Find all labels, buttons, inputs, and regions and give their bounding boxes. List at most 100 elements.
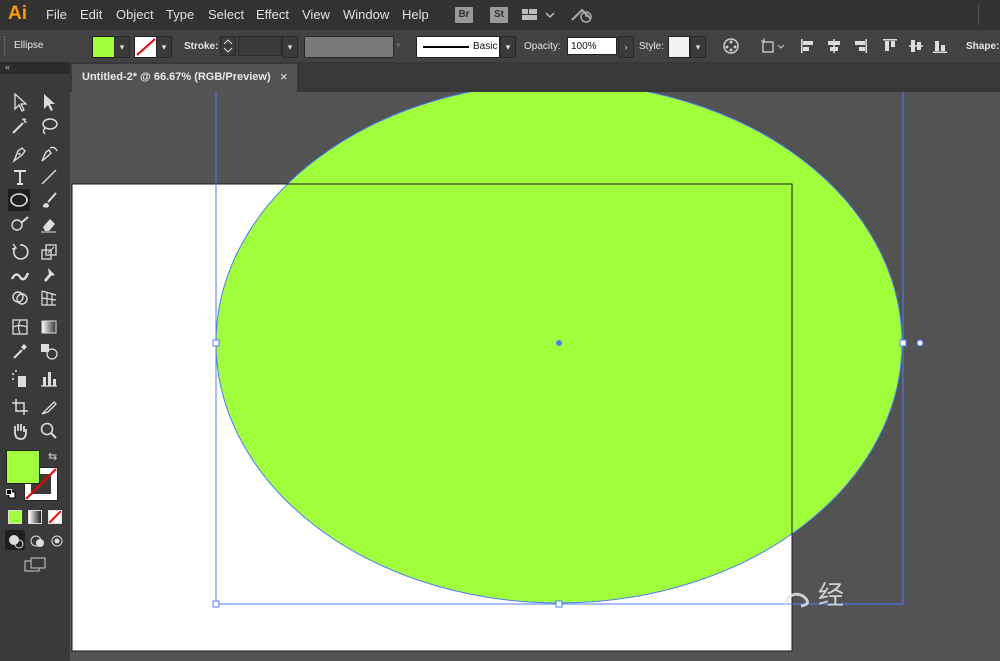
canvas[interactable]: 经 [70, 92, 1000, 661]
stroke-weight-dropdown[interactable]: ▾ [282, 36, 298, 58]
align-left-icon[interactable] [800, 38, 816, 54]
center-point [556, 340, 562, 346]
change-screen-mode-icon[interactable] [24, 557, 46, 576]
align-horizontal-center-icon[interactable] [826, 38, 842, 54]
handle-bottom-left[interactable] [212, 600, 220, 608]
width-tool-icon[interactable] [9, 264, 31, 286]
paintbrush-tool-icon[interactable] [38, 189, 60, 211]
menu-window[interactable]: Window [343, 7, 389, 22]
perspective-grid-tool-icon[interactable] [38, 287, 60, 309]
opacity-field[interactable]: 100% [567, 37, 617, 55]
lasso-tool-icon[interactable] [38, 115, 60, 137]
shaper-tool-icon[interactable] [9, 213, 31, 235]
symbol-sprayer-tool-icon[interactable] [9, 368, 31, 390]
brush-name: Basic [473, 41, 498, 52]
document-tab-title: Untitled-2* @ 66.67% (RGB/Preview) [82, 71, 271, 83]
menu-file[interactable]: File [46, 7, 67, 22]
fill-dropdown-arrow[interactable]: ▾ [114, 36, 130, 58]
eraser-tool-icon[interactable] [38, 213, 60, 235]
document-tab[interactable]: Untitled-2* @ 66.67% (RGB/Preview) × [72, 64, 297, 92]
handle-right[interactable] [899, 339, 907, 347]
draw-normal-icon[interactable] [5, 530, 25, 550]
align-top-icon[interactable] [882, 38, 898, 54]
mesh-tool-icon[interactable] [9, 316, 31, 338]
brush-definition-field[interactable]: Basic [416, 36, 500, 58]
stroke-none-swatch[interactable] [134, 36, 158, 58]
none-mode-button[interactable] [48, 510, 62, 524]
column-graph-tool-icon[interactable] [38, 368, 60, 390]
selection-tool-icon[interactable] [9, 91, 31, 113]
recolor-artwork-icon[interactable] [722, 37, 740, 58]
stroke-weight-stepper[interactable] [220, 36, 236, 56]
control-bar-grip [4, 36, 7, 56]
hand-tool-icon[interactable] [9, 420, 31, 442]
handle-left[interactable] [212, 339, 220, 347]
opacity-label: Opacity: [524, 41, 561, 52]
curvature-tool-icon[interactable] [38, 143, 60, 165]
ellipse-tool-icon[interactable] [8, 189, 30, 211]
gradient-tool-icon[interactable] [38, 316, 60, 338]
menu-type[interactable]: Type [166, 7, 194, 22]
selection-type-label: Ellipse [14, 40, 44, 51]
eyedropper-tool-icon[interactable] [9, 340, 31, 362]
pen-tool-icon[interactable] [9, 143, 31, 165]
align-vertical-center-icon[interactable] [908, 38, 924, 54]
stroke-weight-field[interactable] [238, 36, 282, 56]
zoom-tool-icon[interactable] [38, 420, 60, 442]
menu-effect[interactable]: Effect [256, 7, 289, 22]
tools-panel-header[interactable] [0, 62, 70, 74]
puppet-warp-tool-icon[interactable] [38, 264, 60, 286]
color-mode-button[interactable] [8, 510, 22, 524]
bridge-icon[interactable]: Br [455, 7, 473, 23]
style-dropdown-arrow[interactable]: ▾ [690, 36, 706, 58]
blend-tool-icon[interactable] [38, 340, 60, 362]
shape-builder-tool-icon[interactable] [9, 287, 31, 309]
live-shape-pie-widget[interactable] [916, 339, 924, 347]
profile-dropdown-arrow: ▾ [396, 40, 401, 50]
menu-bar: Ai File Edit Object Type Select Effect V… [0, 0, 1000, 30]
magic-wand-tool-icon[interactable] [9, 115, 31, 137]
stroke-label: Stroke: [184, 41, 219, 52]
align-right-icon[interactable] [852, 38, 868, 54]
variable-width-profile[interactable] [304, 36, 394, 58]
draw-inside-icon[interactable] [46, 530, 66, 550]
brush-dropdown-arrow[interactable]: ▾ [500, 36, 516, 58]
fill-proxy-swatch[interactable] [6, 450, 40, 484]
style-label: Style: [639, 41, 665, 52]
menu-help[interactable]: Help [402, 7, 429, 22]
stroke-dropdown-arrow[interactable]: ▾ [156, 36, 172, 58]
handle-bottom-center[interactable] [555, 600, 563, 608]
canvas-artwork: 经 [71, 92, 924, 652]
stock-icon[interactable]: St [490, 7, 508, 23]
menu-select[interactable]: Select [208, 7, 244, 22]
menu-object[interactable]: Object [116, 7, 154, 22]
watermark-text: 经 [818, 581, 844, 611]
draw-behind-icon[interactable] [26, 530, 46, 550]
app-logo: Ai [8, 3, 27, 24]
graphic-style-swatch[interactable] [668, 36, 690, 58]
default-fill-stroke-icon[interactable] [6, 488, 16, 499]
menu-view[interactable]: View [302, 7, 330, 22]
type-tool-icon[interactable] [9, 166, 31, 188]
slice-tool-icon[interactable] [38, 396, 60, 418]
swap-fill-stroke-icon[interactable]: ⇆ [48, 450, 57, 463]
collapse-panel-icon[interactable]: « [5, 62, 10, 72]
opacity-dropdown-arrow[interactable]: › [618, 36, 634, 58]
align-bottom-icon[interactable] [932, 38, 948, 54]
rotate-tool-icon[interactable] [9, 241, 31, 263]
gradient-mode-button[interactable] [28, 510, 42, 524]
gpu-performance-icon[interactable] [570, 6, 594, 27]
scale-tool-icon[interactable] [38, 241, 60, 263]
direct-selection-tool-icon[interactable] [38, 91, 60, 113]
transform-icon[interactable] [760, 37, 786, 58]
close-tab-icon[interactable]: × [280, 69, 288, 84]
workspace-switcher-icon[interactable] [522, 8, 556, 25]
green-ellipse[interactable] [215, 92, 903, 604]
artboard-tool-icon[interactable] [9, 396, 31, 418]
menu-divider [978, 5, 979, 25]
shape-label: Shape: [966, 41, 1000, 52]
line-segment-tool-icon[interactable] [38, 166, 60, 188]
menu-edit[interactable]: Edit [80, 7, 102, 22]
fill-color-swatch[interactable] [92, 36, 116, 58]
brush-stroke-preview [423, 46, 469, 48]
